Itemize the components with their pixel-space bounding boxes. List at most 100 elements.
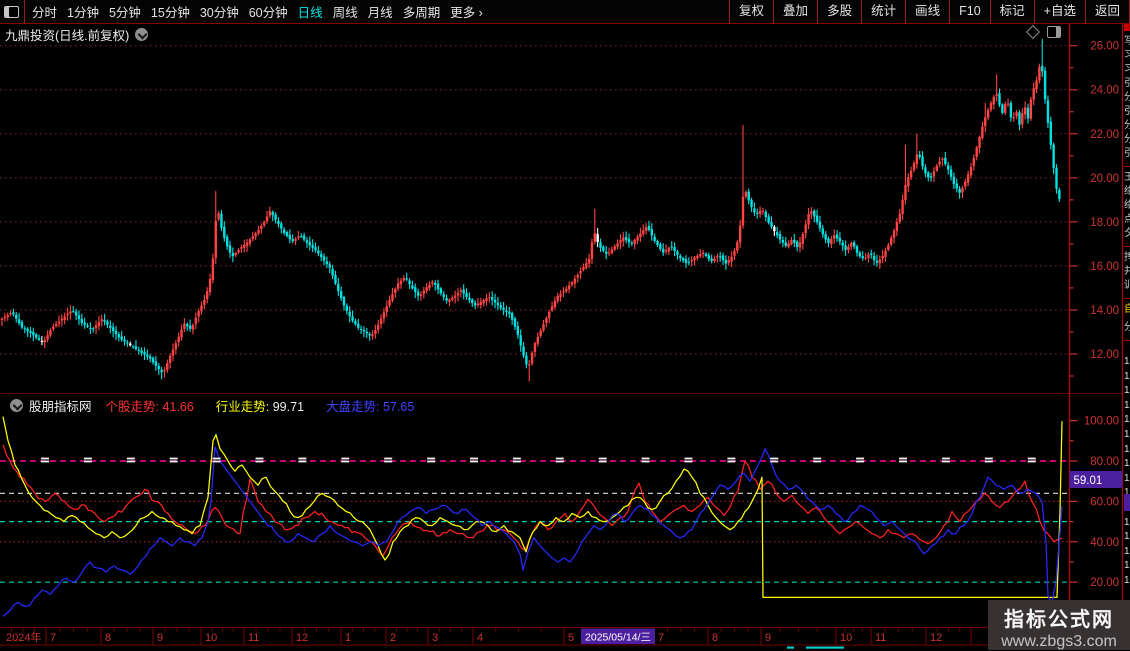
svg-text:40.00: 40.00 [1090, 537, 1119, 549]
tab-weekly[interactable]: 周线 [333, 2, 358, 21]
svg-text:7: 7 [658, 632, 664, 644]
svg-text:1: 1 [345, 632, 351, 644]
tab-30min[interactable]: 30分钟 [200, 2, 239, 21]
split-panel-icon[interactable] [1047, 26, 1061, 38]
overlay-button[interactable]: 叠加 [773, 0, 817, 23]
sidebar-glyph: 点 [1124, 214, 1130, 225]
title-right-icons [1028, 26, 1061, 38]
sidebar-glyph: 引 [1124, 106, 1130, 117]
tab-5min[interactable]: 5分钟 [109, 2, 141, 21]
toolbar-right-group: 复权 叠加 多股 统计 画线 F10 标记 +自选 返回 [729, 0, 1130, 23]
sidebar-glyph: 分 [1124, 120, 1130, 131]
indicator-source-label: 股朋指标网 [29, 396, 92, 415]
stat-value: 57.65 [383, 400, 414, 414]
sidebar-divider [1124, 298, 1130, 299]
svg-text:2025/05/14/三: 2025/05/14/三 [585, 632, 651, 644]
sidebar-glyph: 抟 [1124, 252, 1130, 263]
sidebar-divider [1124, 166, 1130, 167]
multi-stock-button[interactable]: 多股 [817, 0, 861, 23]
tab-60min[interactable]: 60分钟 [249, 2, 288, 21]
sidebar-glyph: 1 [1124, 517, 1130, 528]
sidebar-glyph: 1 [1124, 473, 1130, 484]
svg-text:12.00: 12.00 [1090, 349, 1119, 361]
chart-canvas[interactable]: 12.0014.0016.0018.0020.0022.0024.0026.00… [0, 0, 1130, 650]
svg-text:80.00: 80.00 [1090, 456, 1119, 468]
svg-text:60.00: 60.00 [1090, 496, 1119, 508]
svg-text:8: 8 [712, 632, 718, 644]
tab-fenshi[interactable]: 分时 [32, 2, 57, 21]
tab-daily[interactable]: 日线 [298, 2, 323, 21]
svg-text:12: 12 [930, 632, 942, 644]
stat-stock-trend: 个股走势: 41.66 [106, 396, 194, 415]
svg-text:12: 12 [296, 632, 308, 644]
stat-industry-trend: 行业走势: 99.71 [216, 396, 304, 415]
sidebar-glyph: 1 [1124, 414, 1130, 425]
sidebar-divider [1124, 340, 1130, 341]
svg-text:3: 3 [432, 632, 438, 644]
svg-text:20.00: 20.00 [1090, 577, 1119, 589]
sidebar-divider [1124, 494, 1130, 511]
svg-text:5: 5 [568, 632, 574, 644]
sidebar-glyph: 自 [1124, 304, 1130, 315]
stat-value: 99.71 [273, 400, 304, 414]
sidebar-glyph: 写 [1124, 36, 1130, 47]
stat-label: 大盘走势: [326, 400, 379, 414]
svg-text:9: 9 [157, 632, 163, 644]
right-sidebar-strip[interactable]: 写习习引分引分分引王络络点夕抟并训自分1111111111111111 [1124, 23, 1130, 600]
sidebar-glyph: 1 [1124, 560, 1130, 571]
stat-market-trend: 大盘走势: 57.65 [326, 396, 414, 415]
panel-toggle-icon[interactable] [4, 6, 19, 18]
svg-text:59.01: 59.01 [1074, 475, 1103, 487]
sidebar-glyph: 并 [1124, 266, 1130, 277]
svg-text:11: 11 [875, 632, 886, 644]
svg-text:2: 2 [390, 632, 396, 644]
sidebar-glyph: 络 [1124, 200, 1130, 211]
sidebar-divider [1124, 246, 1130, 247]
diamond-icon[interactable] [1026, 25, 1040, 39]
tab-monthly[interactable]: 月线 [368, 2, 393, 21]
stats-button[interactable]: 统计 [861, 0, 905, 23]
sidebar-glyph: 1 [1124, 444, 1130, 455]
mark-button[interactable]: 标记 [990, 0, 1034, 23]
sidebar-glyph: 王 [1124, 172, 1130, 183]
chart-title-row: 九鼎投资(日线.前复权) [5, 25, 148, 44]
watermark-url: www.zbgs3.com [988, 633, 1130, 651]
tab-1min[interactable]: 1分钟 [67, 2, 99, 21]
sidebar-glyph: 1 [1124, 575, 1130, 586]
watermark-title: 指标公式网 [988, 603, 1130, 632]
svg-text:22.00: 22.00 [1090, 129, 1119, 141]
sidebar-glyph: 1 [1124, 429, 1130, 440]
sidebar-glyph: 1 [1124, 385, 1130, 396]
sidebar-glyph: 分 [1124, 92, 1130, 103]
stat-label: 个股走势: [106, 400, 159, 414]
sidebar-glyph: 1 [1124, 400, 1130, 411]
svg-text:4: 4 [477, 632, 483, 644]
svg-text:2024年: 2024年 [6, 630, 41, 644]
tab-multi-period[interactable]: 多周期 [403, 2, 441, 21]
add-watchlist-button[interactable]: +自选 [1034, 0, 1085, 23]
svg-text:7: 7 [50, 632, 56, 644]
sidebar-glyph: 训 [1124, 280, 1130, 291]
chevron-down-icon[interactable] [10, 399, 23, 412]
svg-text:10: 10 [205, 632, 217, 644]
period-toolbar: 分时 1分钟 5分钟 15分钟 30分钟 60分钟 日线 周线 月线 多周期 更… [0, 0, 1130, 24]
adjust-button[interactable]: 复权 [729, 0, 773, 23]
sidebar-glyph: 夕 [1124, 228, 1130, 239]
tab-more[interactable]: 更多 › [450, 2, 483, 21]
sidebar-glyph: 1 [1124, 531, 1130, 542]
svg-text:20.00: 20.00 [1090, 173, 1119, 185]
draw-line-button[interactable]: 画线 [905, 0, 949, 23]
tab-15min[interactable]: 15分钟 [151, 2, 190, 21]
sidebar-glyph: 1 [1124, 458, 1130, 469]
site-watermark: 指标公式网 www.zbgs3.com [988, 600, 1130, 650]
f10-button[interactable]: F10 [949, 0, 990, 23]
indicator-header: 股朋指标网 个股走势: 41.66 行业走势: 99.71 大盘走势: 57.6… [4, 396, 436, 415]
chevron-down-icon[interactable] [135, 28, 148, 41]
sidebar-divider [1124, 23, 1130, 31]
svg-text:10: 10 [840, 632, 852, 644]
back-button[interactable]: 返回 [1085, 0, 1130, 23]
stock-title: 九鼎投资(日线.前复权) [5, 25, 129, 44]
svg-text:16.00: 16.00 [1090, 261, 1119, 273]
sidebar-glyph: 1 [1124, 546, 1130, 557]
svg-text:11: 11 [248, 632, 259, 644]
